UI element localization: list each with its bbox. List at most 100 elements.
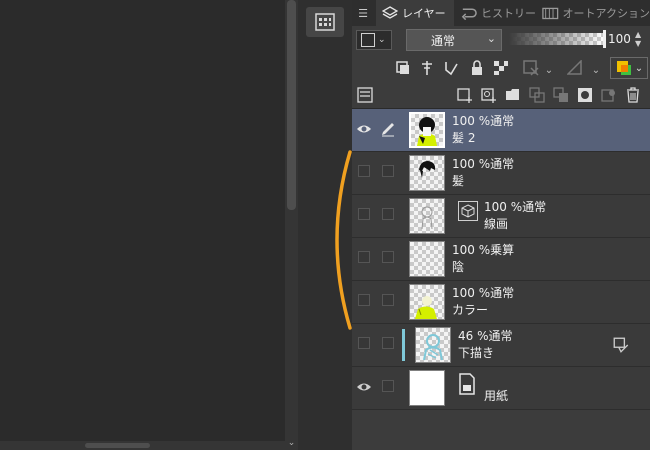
- opacity-slider[interactable]: [509, 30, 606, 48]
- new-raster-layer-icon[interactable]: [456, 86, 474, 104]
- layer-command-toolbar: [352, 82, 650, 109]
- visibility-toggle[interactable]: [358, 251, 370, 263]
- visibility-toggle[interactable]: [358, 337, 370, 349]
- ruler-off-icon[interactable]: [566, 59, 584, 77]
- layer-thumbnail: [409, 112, 445, 148]
- property-row: ⌄ 通常 ⌄ 100 ▲ ▼: [352, 26, 650, 54]
- merge-layer-icon[interactable]: [552, 86, 570, 104]
- edit-toggle[interactable]: [382, 337, 394, 349]
- bracket-annotation: [335, 150, 352, 330]
- vertical-scrollbar[interactable]: ⌄: [285, 0, 298, 450]
- paper-icon: [459, 373, 475, 395]
- mask-off-icon[interactable]: [522, 59, 540, 77]
- layer-stack-icon: [382, 6, 398, 19]
- apply-mask-icon[interactable]: [600, 86, 618, 104]
- layer-row[interactable]: 用紙: [352, 367, 650, 410]
- layer-option-toolbar: ⌄ ⌄ ⌄: [352, 54, 650, 82]
- reference-layer-icon[interactable]: [418, 59, 436, 77]
- layer-list: 100 %通常 髪 2 100 %通常 髪 100 %通常 線画 100 %乗算…: [352, 109, 650, 410]
- horizontal-scroll-thumb[interactable]: [85, 443, 150, 448]
- layer-name: 髪: [452, 174, 465, 188]
- lock-icon[interactable]: [468, 59, 486, 77]
- layer-name: 陰: [452, 260, 465, 274]
- layer-thumbnail: [409, 370, 445, 406]
- trash-icon[interactable]: [624, 86, 642, 104]
- layer-row[interactable]: 100 %通常 カラー: [352, 281, 650, 324]
- lock-transparency-icon[interactable]: [492, 59, 510, 77]
- tab-auto-action-label: オートアクション: [562, 7, 650, 20]
- layer-palette: ☰ レイヤー ヒストリー オートアクション ⌄ 通常 ⌄ 100 ▲ ▼ ⌄ ⌄…: [352, 0, 650, 450]
- tab-history-label: ヒストリー: [481, 7, 536, 20]
- layer-name: 線画: [484, 217, 509, 231]
- edit-toggle[interactable]: [382, 294, 394, 306]
- draft-layer-icon[interactable]: [442, 59, 460, 77]
- eye-icon[interactable]: [356, 379, 372, 395]
- layer-row[interactable]: 46 %通常 下描き: [352, 324, 650, 367]
- layer-blend-opacity: 100 %通常: [452, 114, 515, 128]
- layer-thumbnail: [409, 155, 445, 191]
- auto-action-icon: [542, 7, 559, 20]
- draft-layer-icon: [613, 337, 629, 353]
- layer-color-swatch: [361, 33, 375, 47]
- transfer-layer-icon[interactable]: [528, 86, 546, 104]
- layer-blend-opacity: 100 %通常: [452, 286, 515, 300]
- layer-name: 下描き: [458, 346, 495, 360]
- layer-color-icon: [616, 61, 631, 75]
- tab-layer-label: レイヤー: [402, 7, 446, 20]
- scroll-down-icon[interactable]: ⌄: [285, 436, 298, 450]
- blend-mode-select[interactable]: 通常 ⌄: [406, 29, 502, 51]
- layer-thumbnail: [409, 198, 445, 234]
- canvas-area[interactable]: [0, 0, 285, 450]
- layer-thumbnail: [409, 241, 445, 277]
- layer-row[interactable]: 100 %通常 髪 2: [352, 109, 650, 152]
- layer-blend-opacity: 100 %通常: [452, 157, 515, 171]
- layer-color-accent: [402, 329, 405, 361]
- navigator-button[interactable]: [306, 7, 344, 37]
- create-mask-icon[interactable]: [576, 86, 594, 104]
- chevron-down-icon: ⌄: [378, 35, 386, 45]
- menu-icon[interactable]: ☰: [352, 0, 374, 26]
- palette-tabs: ☰ レイヤー ヒストリー オートアクション: [352, 0, 650, 26]
- layer-name: 用紙: [484, 389, 509, 403]
- opacity-slider-knob[interactable]: [603, 30, 606, 48]
- pen-icon[interactable]: [380, 121, 396, 137]
- layer-blend-opacity: 100 %通常: [484, 200, 547, 214]
- visibility-toggle[interactable]: [358, 294, 370, 306]
- layer-color-toggle[interactable]: ⌄: [610, 57, 648, 79]
- tab-auto-action[interactable]: オートアクション: [538, 0, 650, 26]
- opacity-value[interactable]: 100: [608, 32, 631, 46]
- horizontal-scrollbar[interactable]: [0, 441, 285, 450]
- chevron-down-icon[interactable]: ⌄: [587, 61, 605, 79]
- blend-mode-value: 通常: [431, 33, 456, 48]
- opacity-spinner-icon[interactable]: ▲ ▼: [635, 30, 641, 48]
- layer-blend-opacity: 100 %乗算: [452, 243, 515, 257]
- clip-layer-icon[interactable]: [394, 59, 412, 77]
- new-folder-icon[interactable]: [504, 86, 522, 104]
- tab-history[interactable]: ヒストリー: [454, 0, 536, 26]
- visibility-toggle[interactable]: [358, 208, 370, 220]
- layer-name: カラー: [452, 303, 489, 317]
- chevron-down-icon[interactable]: ⌄: [540, 61, 558, 79]
- layer-blend-opacity: 46 %通常: [458, 329, 513, 343]
- edit-toggle[interactable]: [382, 251, 394, 263]
- history-icon: [461, 8, 477, 20]
- layer-property-icon[interactable]: [356, 86, 374, 104]
- navigator-icon: [315, 13, 335, 31]
- vertical-scroll-thumb[interactable]: [287, 0, 296, 210]
- layer-thumbnail: [415, 327, 451, 363]
- chevron-down-icon: ⌄: [486, 32, 496, 45]
- layer-row[interactable]: 100 %通常 線画: [352, 195, 650, 238]
- layer-thumbnail: [409, 284, 445, 320]
- layer-row[interactable]: 100 %乗算 陰: [352, 238, 650, 281]
- vector-layer-icon: [458, 201, 478, 221]
- edit-toggle[interactable]: [382, 208, 394, 220]
- visibility-toggle[interactable]: [358, 165, 370, 177]
- eye-icon[interactable]: [356, 121, 372, 137]
- layer-name: 髪 2: [452, 131, 476, 145]
- edit-toggle[interactable]: [382, 165, 394, 177]
- layer-color-dropdown[interactable]: ⌄: [356, 30, 392, 50]
- new-vector-layer-icon[interactable]: [480, 86, 498, 104]
- layer-row[interactable]: 100 %通常 髪: [352, 152, 650, 195]
- edit-toggle[interactable]: [382, 380, 394, 392]
- tab-layer[interactable]: レイヤー: [376, 0, 454, 26]
